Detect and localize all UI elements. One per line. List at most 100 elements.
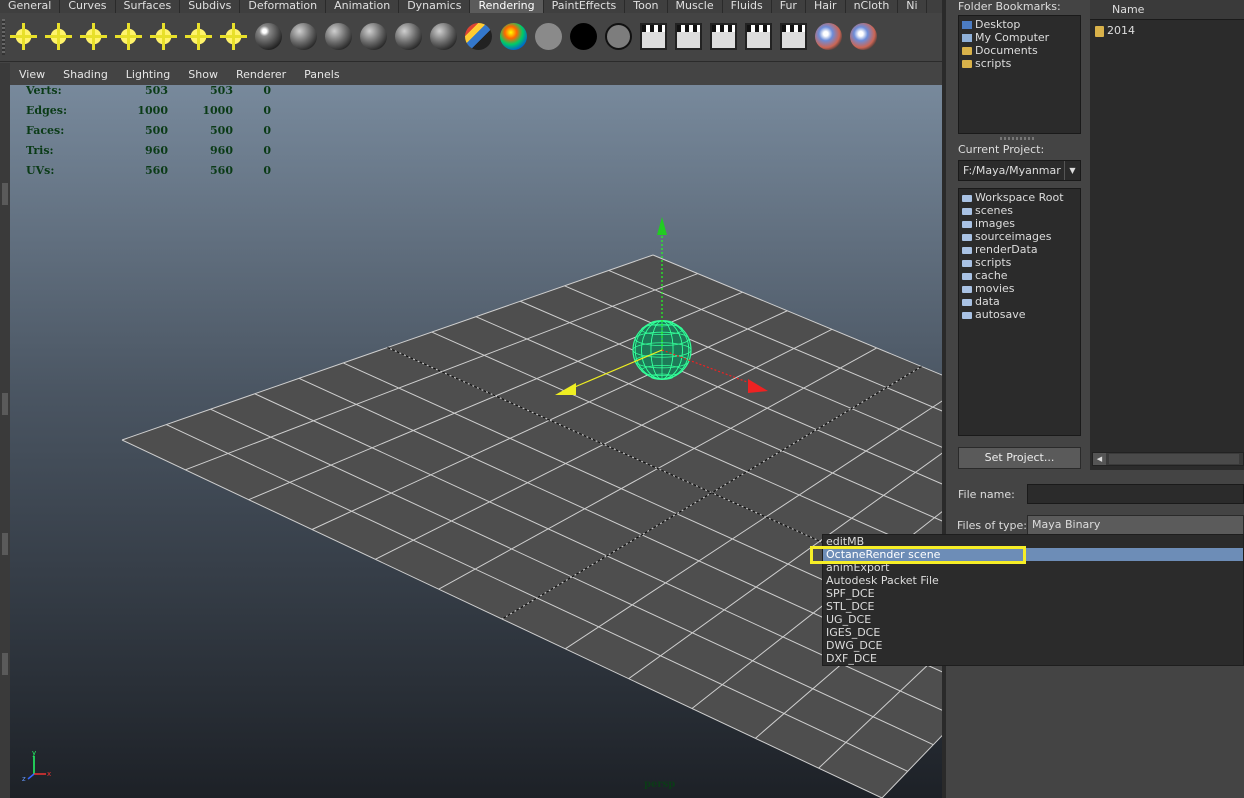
project-folder-item[interactable]: sourceimages — [959, 230, 1080, 243]
paint-effects-icon[interactable] — [846, 19, 881, 55]
file-item[interactable]: 2014 — [1092, 24, 1135, 37]
bookmark-item[interactable]: scripts — [959, 57, 1080, 70]
name-column-header[interactable]: Name — [1090, 0, 1244, 20]
render-view-icon[interactable] — [636, 19, 671, 55]
project-folder-item[interactable]: Workspace Root — [959, 191, 1080, 204]
scroll-left-icon[interactable]: ◀ — [1093, 453, 1106, 465]
folder-icon — [962, 60, 972, 68]
file-label: 2014 — [1107, 24, 1135, 37]
batch-render-icon[interactable] — [741, 19, 776, 55]
tab-toon[interactable]: Toon — [625, 0, 668, 13]
project-folder-item[interactable]: autosave — [959, 308, 1080, 321]
ipr-render-icon[interactable] — [706, 19, 741, 55]
toolbox-handle[interactable] — [2, 653, 8, 675]
current-project-dropdown[interactable]: F:/Maya/Myanmar ▼ — [958, 160, 1081, 181]
menu-view[interactable]: View — [10, 68, 54, 81]
volume-light-icon[interactable] — [181, 19, 216, 55]
tab-surfaces[interactable]: Surfaces — [116, 0, 181, 13]
surface-shader-icon[interactable] — [531, 19, 566, 55]
ramp-sphere-icon[interactable] — [461, 19, 496, 55]
file-name-input[interactable] — [1027, 484, 1244, 504]
horizontal-scrollbar[interactable]: ◀ — [1092, 452, 1244, 466]
use-background-icon-glyph — [570, 23, 597, 50]
files-of-type-dropdown[interactable]: Maya Binary — [1027, 515, 1244, 535]
menu-shading[interactable]: Shading — [54, 68, 117, 81]
directional-light-icon[interactable] — [41, 19, 76, 55]
tab-animation[interactable]: Animation — [326, 0, 400, 13]
file-type-option[interactable]: Autodesk Packet File — [826, 574, 939, 587]
folder-icon — [962, 311, 972, 319]
tab-general[interactable]: General — [0, 0, 61, 13]
tab-fluids[interactable]: Fluids — [723, 0, 772, 13]
set-project-button[interactable]: Set Project... — [958, 447, 1081, 469]
point-light-icon[interactable] — [76, 19, 111, 55]
file-type-option[interactable]: DXF_DCE — [826, 652, 877, 665]
project-folder-item[interactable]: images — [959, 217, 1080, 230]
hud-value-selected: 503 — [210, 84, 233, 97]
menu-lighting[interactable]: Lighting — [117, 68, 179, 81]
surface-shader-icon-glyph — [535, 23, 562, 50]
tab-painteffects[interactable]: PaintEffects — [544, 0, 626, 13]
menu-renderer[interactable]: Renderer — [227, 68, 295, 81]
tab-dynamics[interactable]: Dynamics — [399, 0, 471, 13]
phong-sphere-icon[interactable] — [356, 19, 391, 55]
file-list[interactable] — [1090, 0, 1244, 470]
bookmark-item[interactable]: Desktop — [959, 18, 1080, 31]
scroll-thumb[interactable] — [1109, 454, 1239, 464]
ambient-light-icon[interactable] — [6, 19, 41, 55]
layered-sphere-icon[interactable] — [496, 19, 531, 55]
axis-y-label: y — [32, 749, 36, 757]
project-folder-item[interactable]: scenes — [959, 204, 1080, 217]
render-sphere-icon[interactable] — [251, 19, 286, 55]
folder-icon — [962, 194, 972, 202]
use-background-icon[interactable] — [566, 19, 601, 55]
chevron-down-icon[interactable]: ▼ — [1064, 161, 1080, 180]
menu-panels[interactable]: Panels — [295, 68, 348, 81]
render-current-icon[interactable] — [671, 19, 706, 55]
project-folder-item[interactable]: cache — [959, 269, 1080, 282]
render-settings-icon[interactable] — [776, 19, 811, 55]
hud-value-object: 960 — [145, 144, 168, 157]
tab-hair[interactable]: Hair — [806, 0, 846, 13]
tab-fur[interactable]: Fur — [772, 0, 806, 13]
splitter-handle[interactable] — [1000, 137, 1036, 140]
shelf-grip[interactable] — [2, 19, 5, 55]
tab-muscle[interactable]: Muscle — [668, 0, 723, 13]
ring-sphere-icon[interactable] — [601, 19, 636, 55]
bookmark-item[interactable]: My Computer — [959, 31, 1080, 44]
hypershade-icon[interactable] — [811, 19, 846, 55]
bookmark-item[interactable]: Documents — [959, 44, 1080, 57]
file-type-option[interactable]: STL_DCE — [826, 600, 874, 613]
blinn-sphere-icon[interactable] — [321, 19, 356, 55]
area-light-icon[interactable] — [146, 19, 181, 55]
tab-ncloth[interactable]: nCloth — [846, 0, 899, 13]
tab-subdivs[interactable]: Subdivs — [180, 0, 241, 13]
camera-icon[interactable] — [216, 19, 251, 55]
phonge-sphere-icon[interactable] — [391, 19, 426, 55]
spot-light-icon[interactable] — [111, 19, 146, 55]
file-type-option[interactable]: SPF_DCE — [826, 587, 875, 600]
toolbox-handle[interactable] — [2, 393, 8, 415]
project-folder-label: scripts — [975, 256, 1012, 269]
project-folder-item[interactable]: renderData — [959, 243, 1080, 256]
toolbox-handle[interactable] — [2, 183, 8, 205]
file-type-option[interactable]: DWG_DCE — [826, 639, 882, 652]
project-folder-item[interactable]: movies — [959, 282, 1080, 295]
project-folder-item[interactable]: data — [959, 295, 1080, 308]
render-view-icon-glyph — [640, 23, 667, 50]
tab-curves[interactable]: Curves — [60, 0, 116, 13]
hypershade-icon-glyph — [815, 23, 842, 50]
menu-show[interactable]: Show — [179, 68, 227, 81]
anisotropic-sphere-icon[interactable] — [426, 19, 461, 55]
file-type-option[interactable]: IGES_DCE — [826, 626, 880, 639]
file-type-option[interactable]: UG_DCE — [826, 613, 871, 626]
tab-deformation[interactable]: Deformation — [240, 0, 327, 13]
lambert-sphere-icon[interactable] — [286, 19, 321, 55]
project-folders-list[interactable]: Workspace Root scenes images sourceimages re… — [958, 188, 1081, 436]
tab-rendering[interactable]: Rendering — [470, 0, 544, 13]
project-folder-item[interactable]: scripts — [959, 256, 1080, 269]
folder-bookmarks-list[interactable]: Desktop My Computer Documents scripts — [958, 15, 1081, 134]
camera-icon-glyph — [220, 23, 247, 50]
toolbox-handle[interactable] — [2, 533, 8, 555]
tab-ni[interactable]: Ni — [898, 0, 927, 13]
